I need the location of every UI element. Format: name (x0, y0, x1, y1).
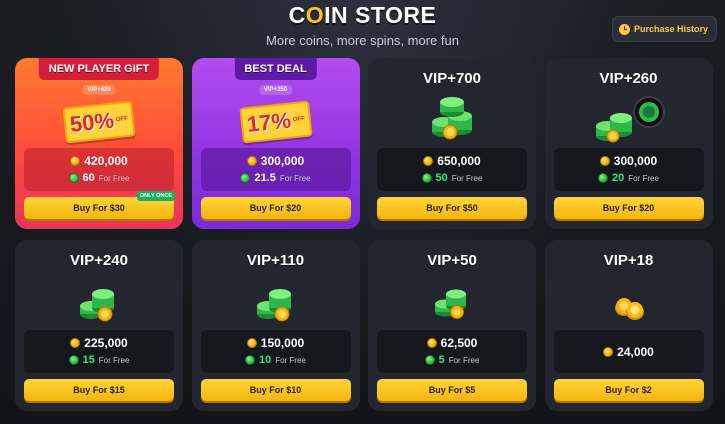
coin-amount: 62,500 (440, 336, 478, 350)
coin-stack-icon (75, 274, 123, 327)
reward-amounts: 300,000 21.5 For Free (200, 148, 351, 191)
offer-card-vip-110: VIP+110 150,000 10 For Free Buy For $10 (191, 240, 360, 411)
discount-percent: 17% (245, 107, 292, 137)
discount-badge: 17% OFF (238, 100, 313, 144)
reward-amounts: 150,000 10 For Free (200, 330, 351, 373)
buy-button[interactable]: Buy For $15 (24, 379, 174, 401)
coin-icon (246, 156, 257, 166)
offer-card-best-deal: BEST DEAL VIP+250 17% OFF 300,000 21.5 Fo… (191, 58, 360, 229)
coin-amount: 300,000 (613, 154, 658, 168)
gem-amount: 15 (82, 354, 95, 366)
only-once-badge: ONLY ONCE (136, 191, 175, 201)
for-free-label: For Free (448, 355, 480, 365)
coin-amount: 225,000 (84, 336, 128, 350)
gem-amount: 21.5 (254, 172, 276, 184)
gold-coins-icon (609, 274, 649, 325)
coin-stack-icon (252, 274, 300, 327)
vip-pill: VIP+250 (258, 85, 293, 95)
vip-title: VIP+110 (246, 252, 305, 269)
for-free-label: For Free (98, 355, 130, 365)
gem-icon (598, 173, 609, 183)
clock-icon (618, 23, 630, 35)
vip-title: VIP+50 (427, 252, 477, 269)
offer-card-vip-50: VIP+50 62,500 5 For Free Buy For $5 (368, 240, 536, 411)
reward-amounts: 62,500 5 For Free (377, 330, 527, 373)
reward-amounts: 24,000 (553, 330, 704, 373)
buy-button[interactable]: Buy For $50 (377, 197, 527, 219)
buy-button[interactable]: Buy For $2 (553, 379, 704, 401)
coin-amount: 24,000 (617, 344, 654, 359)
reward-amounts: 225,000 15 For Free (24, 330, 174, 373)
for-free-label: For Free (98, 173, 130, 183)
offer-card-new-player-gift: NEW PLAYER GIFT VIP+420 50% OFF 420,000 … (15, 58, 183, 229)
vip-title: VIP+260 (599, 70, 658, 87)
discount-badge: 50% OFF (62, 100, 136, 144)
ribbon-label: NEW PLAYER GIFT (38, 58, 160, 80)
coin-stack-with-chip-icon (591, 92, 667, 149)
ribbon-label: BEST DEAL (234, 58, 317, 80)
for-free-label: For Free (279, 173, 311, 183)
gem-amount: 60 (82, 172, 95, 184)
gem-amount: 10 (259, 354, 272, 366)
offer-card-vip-700: VIP+700 650,000 50 For Free Buy For $50 (368, 58, 536, 229)
gem-amount: 5 (438, 354, 445, 366)
discount-percent: 50% (68, 107, 116, 137)
reward-amounts: 650,000 50 For Free (377, 148, 527, 191)
coin-icon (246, 338, 257, 348)
buy-button[interactable]: Buy For $5 (377, 379, 527, 401)
gem-amount: 20 (612, 172, 625, 184)
reward-amounts: 420,000 60 For Free (24, 148, 174, 191)
coin-icon (423, 156, 434, 166)
vip-pill: VIP+420 (82, 85, 116, 95)
reward-amounts: 300,000 20 For Free (553, 148, 704, 191)
discount-off-label: OFF (115, 115, 129, 123)
purchase-history-label: Purchase History (633, 24, 708, 34)
gem-icon (424, 355, 435, 365)
coin-amount: 420,000 (84, 154, 128, 168)
coin-icon (70, 156, 81, 166)
offer-card-vip-18: VIP+18 24,000 Buy For $2 (544, 240, 713, 411)
offer-card-vip-260: VIP+260 300,000 20 For Free Buy For $20 (544, 58, 713, 229)
for-free-label: For Free (628, 173, 659, 183)
gem-amount: 50 (435, 172, 448, 184)
coin-stack-icon (429, 274, 475, 325)
buy-button[interactable]: Buy For $20 (553, 197, 704, 219)
gem-icon (68, 355, 79, 365)
coin-amount: 650,000 (437, 154, 481, 168)
coin-icon (603, 346, 614, 357)
offer-card-vip-240: VIP+240 225,000 15 For Free Buy For $15 (15, 240, 183, 411)
coin-amount: 300,000 (260, 154, 305, 168)
gem-icon (240, 173, 251, 183)
coin-amount: 150,000 (260, 336, 305, 350)
coin-icon (599, 156, 610, 166)
vip-title: VIP+700 (423, 70, 481, 87)
offer-grid: NEW PLAYER GIFT VIP+420 50% OFF 420,000 … (15, 58, 713, 411)
gem-icon (68, 173, 79, 183)
for-free-label: For Free (451, 173, 483, 183)
gem-icon (421, 173, 432, 183)
buy-button[interactable]: Buy For $10 (200, 379, 351, 401)
coin-icon (70, 338, 81, 348)
gem-icon (245, 355, 256, 365)
purchase-history-button[interactable]: Purchase History (611, 16, 717, 42)
discount-off-label: OFF (292, 115, 305, 123)
vip-title: VIP+18 (603, 252, 654, 269)
coin-icon (426, 338, 437, 348)
buy-button[interactable]: Buy For $20 (200, 197, 351, 219)
vip-title: VIP+240 (70, 252, 128, 269)
for-free-label: For Free (275, 355, 306, 365)
coin-stack-icon (426, 92, 478, 145)
